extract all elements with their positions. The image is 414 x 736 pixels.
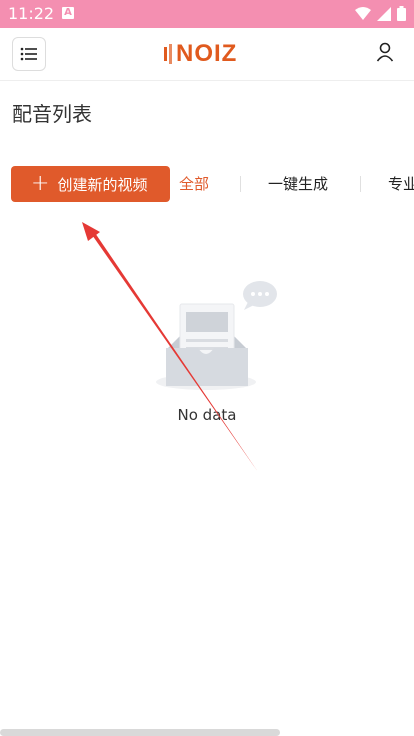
list-icon [20, 47, 37, 61]
page-title: 配音列表 [12, 102, 92, 126]
wifi-icon [355, 6, 371, 20]
filter-tabs: 全部 一键生成 专业 [170, 166, 414, 202]
status-bar: 11:22 A [0, 0, 414, 28]
menu-button[interactable] [12, 37, 46, 71]
horizontal-scrollbar[interactable] [0, 729, 280, 736]
empty-box-icon [156, 281, 277, 390]
notification-a-icon: A [62, 7, 74, 19]
tab-divider [240, 176, 241, 192]
signal-icon [377, 6, 391, 21]
status-time: 11:22 [8, 4, 55, 23]
status-indicators [355, 6, 406, 21]
create-video-button[interactable]: + 创建新的视频 [11, 166, 170, 202]
tab-all[interactable]: 全部 [179, 166, 209, 202]
create-video-label: 创建新的视频 [57, 175, 148, 194]
logo-text: NOIZ [176, 40, 238, 67]
app-header: NOIZ [0, 28, 414, 81]
person-icon [376, 42, 394, 62]
plus-icon: + [31, 171, 50, 196]
user-button[interactable] [376, 42, 394, 66]
tab-one-click[interactable]: 一键生成 [268, 166, 328, 202]
battery-icon [397, 6, 406, 21]
logo-mark-icon [164, 44, 172, 64]
empty-state-text: No data [177, 406, 237, 424]
tab-professional[interactable]: 专业 [388, 166, 414, 202]
tab-divider [360, 176, 361, 192]
noiz-logo: NOIZ [164, 39, 237, 69]
